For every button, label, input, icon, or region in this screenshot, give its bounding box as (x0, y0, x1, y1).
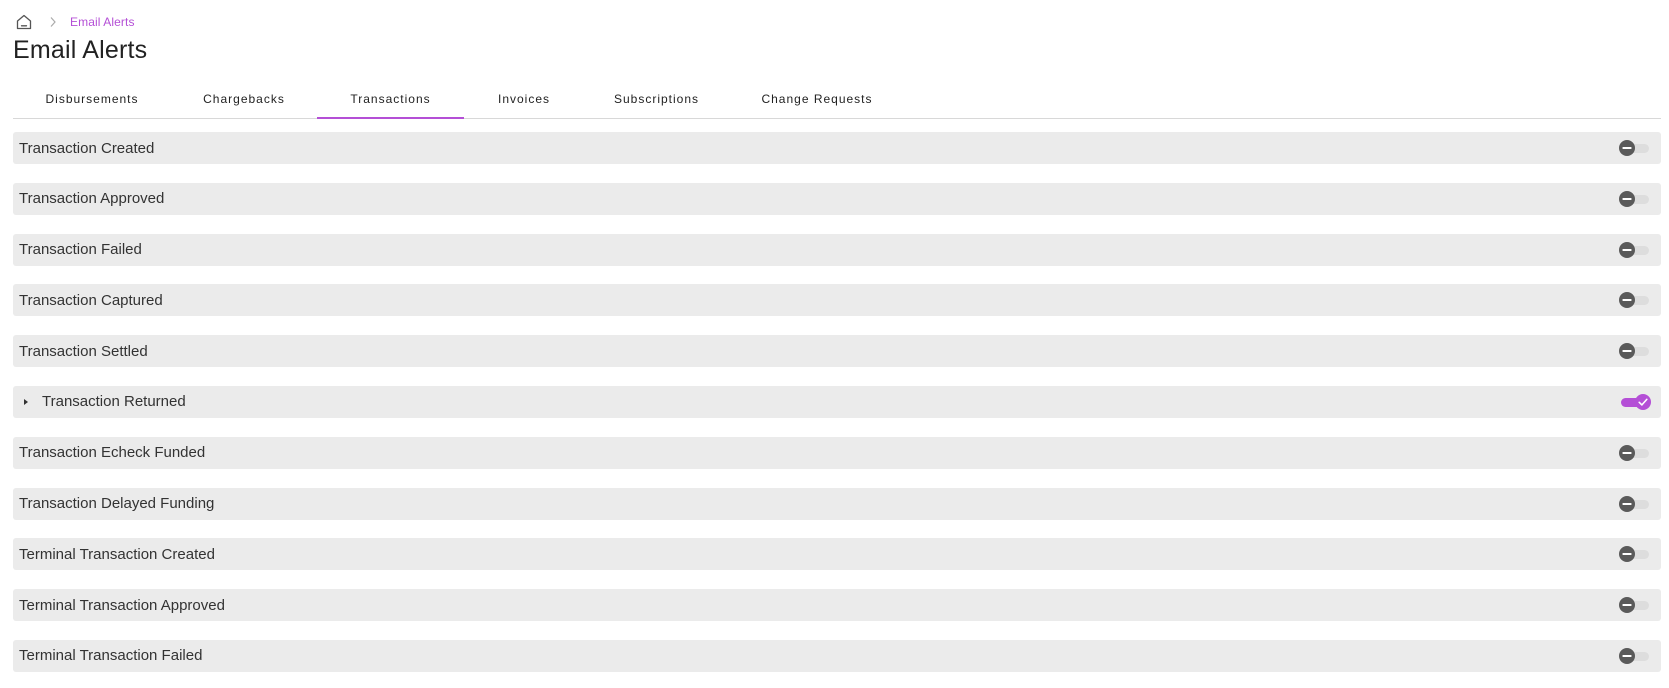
caret-right-icon[interactable] (21, 397, 31, 407)
tab-label: Transactions (350, 92, 431, 106)
tab-bar: Disbursements Chargebacks Transactions I… (13, 80, 1661, 119)
alert-row-terminal-transaction-created: Terminal Transaction Created (13, 538, 1661, 571)
alert-label: Terminal Transaction Failed (19, 647, 203, 665)
alert-row-transaction-captured: Transaction Captured (13, 284, 1661, 317)
minus-icon (1619, 647, 1635, 664)
alert-toggle[interactable] (1619, 292, 1651, 309)
alert-label: Transaction Failed (19, 241, 142, 259)
tab-subscriptions[interactable]: Subscriptions (584, 80, 729, 118)
minus-icon (1619, 495, 1635, 512)
alert-row-transaction-returned[interactable]: Transaction Returned (13, 385, 1661, 418)
alert-toggle[interactable] (1619, 597, 1651, 614)
minus-icon (1619, 190, 1635, 207)
alert-toggle[interactable] (1619, 495, 1651, 512)
alert-toggle[interactable] (1619, 393, 1651, 410)
tab-transactions[interactable]: Transactions (317, 80, 464, 119)
tab-disbursements[interactable]: Disbursements (13, 80, 171, 118)
alert-label: Transaction Settled (19, 342, 148, 360)
breadcrumb-current: Email Alerts (70, 15, 135, 29)
alert-row-terminal-transaction-failed: Terminal Transaction Failed (13, 639, 1661, 672)
tab-label: Invoices (497, 92, 551, 106)
tab-label: Chargebacks (203, 92, 285, 106)
alert-label: Transaction Returned (42, 393, 186, 411)
minus-icon (1619, 546, 1635, 563)
breadcrumb: Email Alerts (14, 12, 135, 32)
tab-label: Subscriptions (613, 92, 700, 106)
alert-label: Terminal Transaction Created (19, 545, 215, 563)
tab-label: Disbursements (45, 92, 139, 106)
minus-icon (1619, 140, 1635, 156)
alert-row-transaction-failed: Transaction Failed (13, 233, 1661, 266)
alert-label: Transaction Echeck Funded (19, 444, 206, 462)
email-alerts-page: Email Alerts Email Alerts Disbursements … (0, 0, 1669, 688)
alert-toggle[interactable] (1619, 241, 1651, 258)
alert-label: Terminal Transaction Approved (19, 596, 225, 614)
alert-row-transaction-settled: Transaction Settled (13, 335, 1661, 368)
alert-toggle[interactable] (1619, 190, 1651, 207)
alert-row-transaction-echeck-funded: Transaction Echeck Funded (13, 436, 1661, 469)
alert-label: Transaction Created (19, 139, 155, 157)
alert-label: Transaction Delayed Funding (19, 495, 215, 513)
alert-list: Transaction Created Transaction Approved… (13, 132, 1661, 688)
minus-icon (1619, 597, 1635, 614)
minus-icon (1619, 292, 1635, 309)
alert-toggle[interactable] (1619, 343, 1651, 360)
alert-label: Transaction Approved (19, 190, 165, 208)
minus-icon (1619, 343, 1635, 360)
alert-row-transaction-created: Transaction Created (13, 132, 1661, 164)
alert-toggle[interactable] (1619, 140, 1651, 156)
chevron-right-icon (48, 15, 58, 29)
tab-label: Change Requests (761, 92, 873, 106)
alert-row-transaction-approved: Transaction Approved (13, 182, 1661, 215)
alert-toggle[interactable] (1619, 546, 1651, 563)
tab-chargebacks[interactable]: Chargebacks (171, 80, 317, 118)
alert-toggle[interactable] (1619, 444, 1651, 461)
check-icon (1635, 393, 1651, 410)
tab-change-requests[interactable]: Change Requests (729, 80, 905, 118)
home-icon[interactable] (14, 12, 34, 32)
alert-toggle[interactable] (1619, 647, 1651, 664)
alert-row-terminal-transaction-approved: Terminal Transaction Approved (13, 589, 1661, 622)
alert-row-transaction-delayed-funding: Transaction Delayed Funding (13, 487, 1661, 520)
tab-invoices[interactable]: Invoices (464, 80, 584, 118)
minus-icon (1619, 241, 1635, 258)
minus-icon (1619, 444, 1635, 461)
alert-label: Transaction Captured (19, 291, 163, 309)
page-title: Email Alerts (13, 36, 148, 64)
